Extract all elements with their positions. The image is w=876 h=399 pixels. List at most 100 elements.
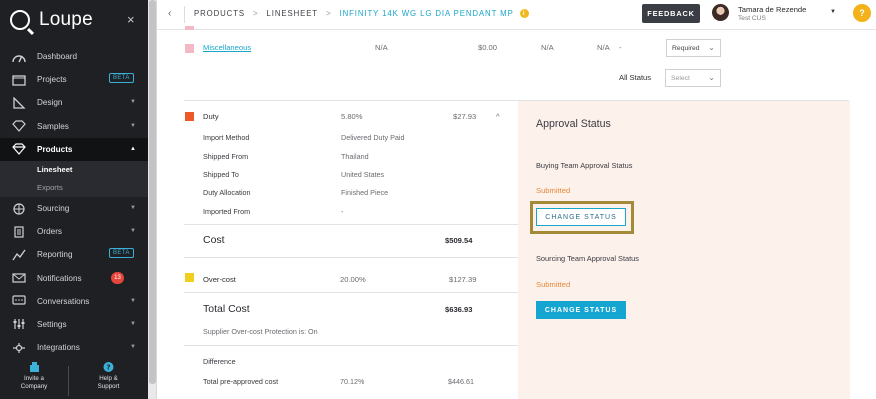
overcost-divider [184,292,518,293]
detail-value: Finished Piece [341,188,389,197]
misc-link[interactable]: Miscellaneous [203,43,251,52]
all-status-label: All Status [619,73,652,82]
beta-badge: BETA [109,73,134,84]
chevron-down-icon: ▼ [130,320,136,327]
sidebar-item-label: Integrations [37,343,80,353]
detail-value: - [341,207,344,216]
collapse-chevron-up-icon[interactable]: ^ [496,112,500,121]
select-value: Required [672,44,700,52]
difference-amount: $446.61 [448,377,474,386]
brand-logo[interactable]: Loupe [10,9,93,31]
help-line2: Support [97,382,120,390]
settings-icon [10,317,28,331]
breadcrumb-current-product: INFINITY 14K WG LG DIA PENDANT MP [339,9,514,18]
detail-key: Imported From [203,207,251,216]
all-status-select[interactable]: Select ⌄ [665,69,721,87]
sidebar-scrollbar-thumb[interactable] [149,0,156,384]
help-circle-icon: ? [103,362,114,372]
projects-icon [10,73,28,87]
sidebar-subitem-exports[interactable]: Exports [0,178,148,197]
avatar[interactable] [712,4,729,21]
detail-key: Shipped From [203,152,249,161]
misc-cell-1: N/A [375,43,388,52]
sidebar-item-projects[interactable]: Projects BETA [0,68,148,91]
breadcrumb-products[interactable]: PRODUCTS [194,9,245,18]
sidebar-item-integrations[interactable]: Integrations ▼ [0,336,148,359]
total-cost-label: Total Cost [203,303,250,315]
sidebar-item-reporting[interactable]: Reporting BETA [0,243,148,266]
orders-icon [10,225,28,239]
select-placeholder: Select [671,74,690,82]
help-icon[interactable]: ? [853,4,871,22]
sidebar-item-label: Conversations [37,296,90,306]
buying-change-status-button[interactable]: CHANGE STATUS [536,208,626,226]
user-name[interactable]: Tamara de Rezende [738,5,806,14]
breadcrumb-linesheet[interactable]: LINESHEET [267,9,318,18]
partial-row-swatch [185,26,194,30]
sidebar-item-label: Notifications [37,273,82,283]
sidebar-item-dashboard[interactable]: Dashboard [0,45,148,68]
sidebar-item-samples[interactable]: Samples ▼ [0,115,148,138]
detail-value: United States [341,170,385,179]
difference-percent: 70.12% [340,377,365,386]
sidebar-item-notifications[interactable]: Notifications 13 [0,267,148,290]
difference-row-label: Total pre-approved cost [203,377,279,386]
sidebar-item-label: Settings [37,319,67,329]
misc-color-swatch [185,44,194,53]
notification-count-badge: 13 [111,271,124,284]
duty-amount: $27.93 [453,112,477,121]
info-icon[interactable]: i [519,9,529,18]
sidebar-subitem-linesheet[interactable]: Linesheet [0,160,148,179]
sidebar-nav: Dashboard Projects BETA Design ▼ Samples… [0,45,148,359]
dashboard-icon [10,50,28,64]
duty-percent: 5.80% [341,112,363,121]
feedback-button[interactable]: FEEDBACK [642,4,700,23]
sidebar: Loupe × Dashboard Projects BETA Design ▼… [0,0,148,399]
sidebar-item-settings[interactable]: Settings ▼ [0,313,148,336]
conversations-icon [10,294,28,308]
samples-icon [10,119,28,133]
sidebar-item-orders[interactable]: Orders ▼ [0,220,148,243]
topbar-divider [184,6,185,23]
sidebar-item-products[interactable]: Products ▲ [0,137,148,161]
misc-requirement-select[interactable]: Required ⌄ [666,39,721,57]
main-content: Miscellaneous N/A $0.00 N/A N/A - Requir… [157,26,876,399]
sidebar-item-label: Dashboard [37,52,78,62]
sourcing-change-status-button[interactable]: CHANGE STATUS [536,301,626,319]
sidebar-item-design[interactable]: Design ▼ [0,91,148,114]
chevron-down-icon: ▼ [130,344,136,351]
cost-divider [184,224,518,225]
chevron-down-icon: ▼ [130,122,136,129]
sidebar-item-sourcing[interactable]: Sourcing ▼ [0,197,148,220]
overcost-amount: $127.39 [449,275,477,284]
reporting-icon [10,248,28,262]
misc-cell-2: $0.00 [478,43,498,52]
overcost-color-swatch [185,273,194,282]
overcost-label: Over-cost [203,275,236,284]
buying-approval-label: Buying Team Approval Status [536,161,633,170]
total-divider [184,345,518,346]
help-support-button[interactable]: ? Help & Support [69,362,148,399]
sidebar-item-label: Projects [37,75,67,85]
cost-label: Cost [203,234,225,246]
overcost-percent: 20.00% [340,275,366,284]
user-menu-chevron-icon[interactable]: ▼ [830,9,836,15]
invite-company-icon [29,362,39,372]
sidebar-item-conversations[interactable]: Conversations ▼ [0,290,148,313]
sidebar-item-label: Samples [37,121,69,131]
svg-text:?: ? [106,363,110,372]
chevron-down-icon: ⌄ [708,73,715,82]
cost-bottom-divider [184,257,518,258]
invite-line1: Invite a [24,375,44,382]
invite-company-button[interactable]: Invite a Company [0,362,68,399]
breadcrumb: PRODUCTS > LINESHEET > INFINITY 14K WG L… [194,9,529,18]
chevron-down-icon: ▼ [130,204,136,211]
sourcing-icon [10,202,28,216]
brand-name: Loupe [39,9,93,30]
sourcing-approval-label: Sourcing Team Approval Status [536,254,639,263]
back-chevron-icon[interactable]: ‹ [168,8,171,19]
overcost-protection-note: Supplier Over-cost Protection is: On [203,327,318,336]
help-line1: Help & [99,375,118,382]
close-sidebar-icon[interactable]: × [127,12,135,27]
sidebar-item-label: Design [37,98,63,108]
